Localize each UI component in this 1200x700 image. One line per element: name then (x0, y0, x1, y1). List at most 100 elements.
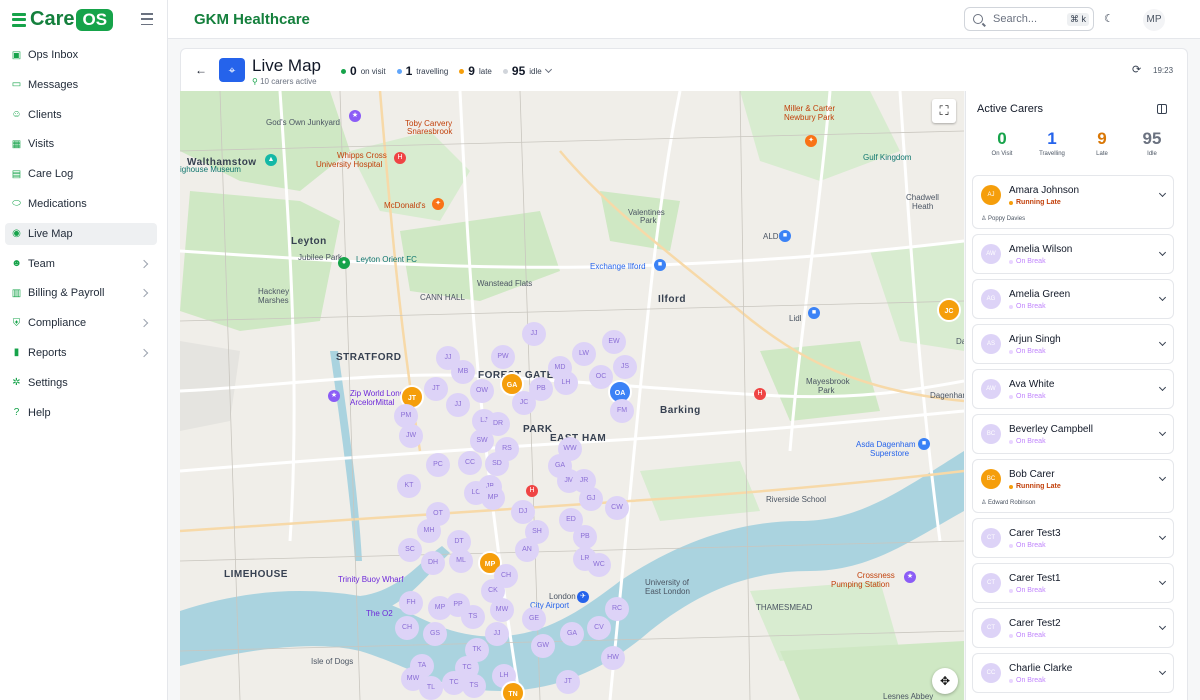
sidebar-item-ops-inbox[interactable]: ▣ Ops Inbox (5, 44, 157, 66)
sidebar-item-messages[interactable]: ▭ Messages (5, 74, 157, 96)
carer-marker[interactable]: MB (451, 360, 475, 384)
carer-status-text: On Break (1016, 438, 1046, 445)
sidebar-item-care-log[interactable]: ▤ Care Log (5, 163, 157, 185)
carer-marker[interactable]: TS (461, 605, 485, 629)
count-value: 0 (997, 129, 1007, 148)
carer-marker[interactable]: TS (462, 674, 486, 698)
carer-marker[interactable]: CC (458, 451, 482, 475)
carer-marker[interactable]: JJ (446, 393, 470, 417)
carer-card[interactable]: BC Beverley Campbell On Break (972, 414, 1174, 454)
sidebar-item-visits[interactable]: ▦ Visits (5, 133, 157, 155)
brand-logo[interactable]: Care OS (12, 8, 114, 31)
recenter-icon[interactable]: ✥ (932, 668, 958, 694)
carer-marker[interactable]: KT (397, 474, 421, 498)
carer-marker[interactable]: MW (490, 598, 514, 622)
carer-marker[interactable]: LH (554, 371, 578, 395)
status-label: travelling (416, 66, 449, 76)
carer-marker[interactable]: CW (605, 496, 629, 520)
status-count: 9 (468, 64, 475, 78)
carer-marker[interactable]: LW (572, 342, 596, 366)
sidebar-item-label: Help (28, 406, 51, 419)
carer-marker[interactable]: JT (424, 377, 448, 401)
refresh-icon[interactable]: ⟳ (1132, 63, 1141, 76)
carer-marker[interactable]: PW (491, 345, 515, 369)
carer-marker[interactable]: MH (417, 519, 441, 543)
carer-marker[interactable]: SW (470, 429, 494, 453)
carer-marker[interactable]: PB (573, 525, 597, 549)
carer-marker[interactable]: TN (501, 681, 525, 700)
carer-card[interactable]: AJ Amara Johnson Running Late ♙ Poppy Davie… (972, 175, 1174, 229)
map-label: CANN HALL (420, 293, 465, 302)
carer-marker[interactable]: SC (398, 538, 422, 562)
carer-marker[interactable]: JW (399, 424, 423, 448)
carer-card[interactable]: CT Carer Test1 On Break (972, 563, 1174, 603)
status-stat-idle[interactable]: 95 idle (502, 64, 552, 78)
carer-marker[interactable]: GA (560, 622, 584, 646)
carer-marker[interactable]: EW (602, 330, 626, 354)
carer-marker[interactable]: DH (421, 551, 445, 575)
carer-marker[interactable]: CV (587, 616, 611, 640)
carer-marker[interactable]: JJ (485, 622, 509, 646)
carer-card[interactable]: AW Amelia Wilson On Break (972, 234, 1174, 274)
carer-status: On Break (1009, 438, 1046, 445)
carer-marker[interactable]: WC (587, 553, 611, 577)
carer-marker[interactable]: JT (556, 670, 580, 694)
map-label: Mayesbrook (806, 377, 850, 386)
carer-marker[interactable]: PC (426, 453, 450, 477)
carer-marker[interactable]: JC (937, 298, 961, 322)
carer-name: Beverley Campbell (1009, 424, 1093, 435)
sidebar-item-compliance[interactable]: ⛨ Compliance (5, 312, 157, 334)
search-icon (973, 14, 983, 24)
carer-marker[interactable]: TL (419, 676, 443, 700)
carer-card[interactable]: CT Carer Test2 On Break (972, 608, 1174, 648)
carer-card[interactable]: AW Ava White On Break (972, 369, 1174, 409)
status-count: 0 (350, 64, 357, 78)
carer-marker[interactable]: CH (395, 616, 419, 640)
live-map[interactable]: God's Own Junkyard Toby Carvery Snaresbroo… (180, 91, 964, 700)
sidebar-item-billing-payroll[interactable]: ▥ Billing & Payroll (5, 282, 157, 304)
sidebar-item-settings[interactable]: ✲ Settings (5, 372, 157, 394)
carer-marker[interactable]: ML (449, 549, 473, 573)
carer-marker[interactable]: OW (470, 379, 494, 403)
sidebar-item-team[interactable]: ☻ Team (5, 253, 157, 275)
moon-icon[interactable]: ☾ (1104, 12, 1114, 25)
sidebar-toggle-icon[interactable] (141, 13, 153, 25)
carer-card[interactable]: CT Carer Test3 On Break (972, 518, 1174, 558)
sidebar-item-help[interactable]: ? Help (5, 402, 157, 424)
carer-marker[interactable]: SD (485, 452, 509, 476)
map-label: Dagenham (930, 391, 964, 400)
carer-status-text: Running Late (1016, 483, 1061, 490)
sidebar-item-live-map[interactable]: ◉ Live Map (5, 222, 157, 245)
user-avatar[interactable]: MP (1143, 9, 1165, 31)
carer-marker[interactable]: GS (423, 622, 447, 646)
carer-marker[interactable]: JC (512, 391, 536, 415)
sidebar-item-clients[interactable]: ☺ Clients (5, 104, 157, 126)
carer-marker[interactable]: JS (613, 355, 637, 379)
carer-marker[interactable]: GJ (579, 487, 603, 511)
carer-name: Carer Test3 (1009, 528, 1061, 539)
carer-card[interactable]: AG Amelia Green On Break (972, 279, 1174, 319)
carer-marker[interactable]: AN (515, 538, 539, 562)
carer-marker[interactable]: RC (605, 597, 629, 621)
carer-card[interactable]: AS Arjun Singh On Break (972, 324, 1174, 364)
carer-marker[interactable]: MP (481, 486, 505, 510)
carer-marker[interactable]: FM (610, 399, 634, 423)
carer-marker[interactable]: FH (399, 591, 423, 615)
sidebar-item-medications[interactable]: ⬭ Medications (5, 193, 157, 215)
fullscreen-icon[interactable]: ⛶ (932, 99, 956, 123)
search-input[interactable]: Search... ⌘ k (964, 7, 1094, 31)
carer-marker[interactable]: GW (531, 634, 555, 658)
carer-marker[interactable]: GE (522, 607, 546, 631)
carer-card[interactable]: CC Charlie Clarke On Break (972, 653, 1174, 693)
panel-collapse-icon[interactable] (1157, 104, 1167, 114)
status-dot (341, 68, 346, 74)
carer-marker[interactable]: HW (601, 646, 625, 670)
org-title: GKM Healthcare (194, 11, 310, 28)
sidebar-item-reports[interactable]: ▮ Reports (5, 342, 157, 364)
carer-card[interactable]: BC Bob Carer Running Late ♙ Edward Robinson (972, 459, 1174, 513)
carer-marker[interactable]: JJ (522, 322, 546, 346)
status-dot (1009, 633, 1013, 638)
map-label: Leyton Orient FC (356, 255, 417, 264)
back-arrow-icon[interactable]: ← (195, 63, 207, 77)
count-value: 95 (1142, 129, 1162, 148)
